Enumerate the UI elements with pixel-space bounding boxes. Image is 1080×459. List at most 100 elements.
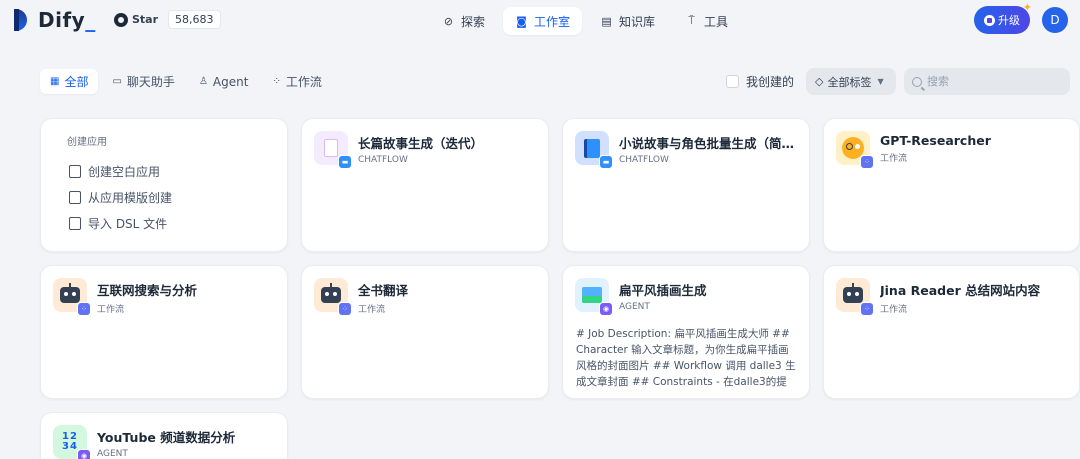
app-card[interactable]: ▬ 长篇故事生成（迭代） CHATFLOW: [301, 118, 549, 252]
github-star-label: Star: [132, 13, 159, 26]
search-icon: [912, 76, 922, 87]
app-type: 工作流: [358, 305, 386, 315]
import-dsl-label: 导入 DSL 文件: [88, 216, 168, 231]
create-blank-app-button[interactable]: 创建空白应用: [69, 158, 287, 184]
tab-all[interactable]: ▦ 全部: [40, 69, 99, 94]
create-from-template-label: 从应用模版创建: [88, 190, 173, 205]
chevron-down-icon: ▼: [877, 77, 884, 86]
chatflow-badge-icon: ▬: [338, 155, 352, 169]
app-icon: ⁘: [314, 278, 352, 316]
agent-badge-icon: ◉: [599, 302, 613, 316]
grid-icon: ▦: [50, 76, 60, 87]
app-card[interactable]: ◉ 扁平风插画生成 AGENT # Job Description: 扁平风插画…: [562, 265, 810, 399]
app-card[interactable]: ▬ 小说故事与角色批量生成（简单... CHATFLOW: [562, 118, 810, 252]
app-icon: ▬: [314, 131, 352, 169]
app-description: # Job Description: 扁平风插画生成大师 ## Characte…: [576, 328, 796, 388]
app-name: 小说故事与角色批量生成（简单...: [619, 136, 797, 151]
book-icon: ▤: [601, 14, 612, 28]
user-avatar[interactable]: D: [1042, 7, 1068, 33]
picture-icon: [582, 287, 602, 303]
app-name: 互联网搜索与分析: [97, 283, 198, 298]
agent-icon: ♙: [198, 76, 208, 87]
search-input[interactable]: [927, 75, 1067, 88]
upgrade-button[interactable]: 升级 ✦: [974, 1, 1032, 34]
nav-knowledge[interactable]: ▤ 知识库: [588, 7, 667, 35]
chat-icon: ▭: [112, 76, 122, 87]
workflow-badge-icon: ⁘: [860, 302, 874, 316]
app-name: 全书翻译: [358, 283, 409, 298]
dify-logo[interactable]: Dify_: [14, 8, 96, 32]
upgrade-label: 升级: [998, 14, 1020, 27]
upgrade-icon: [984, 14, 995, 26]
nav-tools-label: 工具: [704, 14, 729, 29]
workflow-badge-icon: ⁘: [338, 302, 352, 316]
app-type: 工作流: [880, 154, 908, 164]
app-icon: ⁘: [836, 278, 874, 316]
compass-icon: ⊘: [443, 14, 454, 28]
hammer-icon: ⍑: [688, 14, 695, 27]
sparkle-icon: ✦: [1022, 1, 1032, 14]
create-app-card: 创建应用 创建空白应用 从应用模版创建 导入 DSL 文件: [40, 118, 288, 252]
tab-workflow[interactable]: ⁘ 工作流: [262, 69, 331, 94]
app-type: AGENT: [619, 302, 650, 312]
app-name: GPT-Researcher: [880, 133, 991, 148]
tab-chat-assistant-label: 聊天助手: [126, 75, 175, 89]
nav-tools[interactable]: ⍑ 工具: [673, 7, 740, 35]
tab-workflow-label: 工作流: [285, 75, 322, 89]
created-by-me-checkbox[interactable]: [726, 75, 739, 88]
nav-explore[interactable]: ⊘ 探索: [430, 7, 497, 35]
robot-icon: [843, 283, 863, 303]
app-icon: ⁘: [836, 131, 874, 169]
import-dsl-button[interactable]: 导入 DSL 文件: [69, 210, 287, 236]
template-icon: [69, 190, 81, 204]
app-type: 工作流: [880, 305, 908, 315]
github-star-count: 58,683: [168, 10, 221, 29]
created-by-me-filter[interactable]: 我创建的: [726, 73, 794, 90]
robot-icon: [321, 283, 341, 303]
app-card[interactable]: ⁘ 全书翻译 工作流: [301, 265, 549, 399]
created-by-me-label: 我创建的: [746, 75, 795, 89]
tag-filter-dropdown[interactable]: ◇ 全部标签 ▼: [806, 68, 896, 95]
app-card[interactable]: 12 34 ◉ YouTube 频道数据分析 AGENT: [40, 412, 288, 459]
app-type: CHATFLOW: [358, 155, 408, 165]
workflow-icon: ⁘: [272, 76, 281, 87]
app-card[interactable]: ⁘ GPT-Researcher 工作流: [823, 118, 1080, 252]
nav-studio[interactable]: ◙ 工作室: [503, 7, 583, 35]
nav-knowledge-label: 知识库: [619, 14, 656, 29]
file-plus-icon: [69, 164, 81, 178]
robot-icon: ◙: [516, 14, 527, 28]
nav-explore-label: 探索: [461, 14, 486, 29]
workflow-badge-icon: ⁘: [77, 302, 91, 316]
tab-agent[interactable]: ♙ Agent: [189, 69, 259, 94]
workflow-badge-icon: ⁘: [860, 155, 874, 169]
tag-filter-label: 全部标签: [827, 75, 872, 89]
tab-chat-assistant[interactable]: ▭ 聊天助手: [102, 69, 184, 94]
app-icon: ◉: [575, 278, 613, 316]
github-star-button[interactable]: Star 58,683: [114, 10, 221, 29]
tab-agent-label: Agent: [212, 74, 249, 89]
app-name: 长篇故事生成（迭代）: [358, 136, 484, 151]
tab-all-label: 全部: [64, 75, 89, 89]
top-header: Dify_ Star 58,683 ⊘ 探索 ◙ 工作室 ▤ 知识库 ⍑ 工具 …: [0, 0, 1080, 44]
chatflow-badge-icon: ▬: [599, 155, 613, 169]
app-icon: ⁘: [53, 278, 91, 316]
nav-studio-label: 工作室: [534, 14, 571, 29]
import-icon: [69, 216, 81, 230]
app-type: 工作流: [97, 305, 125, 315]
app-name: YouTube 频道数据分析: [97, 430, 236, 445]
github-icon: [114, 12, 128, 27]
search-box[interactable]: [904, 68, 1070, 95]
robot-icon: [60, 283, 80, 303]
app-name: 扁平风插画生成: [619, 283, 707, 298]
agent-badge-icon: ◉: [77, 449, 91, 459]
app-card[interactable]: ⁘ 互联网搜索与分析 工作流: [40, 265, 288, 399]
main-nav: ⊘ 探索 ◙ 工作室 ▤ 知识库 ⍑ 工具: [430, 7, 746, 35]
create-from-template-button[interactable]: 从应用模版创建: [69, 184, 287, 210]
app-icon: ▬: [575, 131, 613, 169]
app-card[interactable]: ⁘ Jina Reader 总结网站内容 工作流: [823, 265, 1080, 399]
brand-name: Dify_: [38, 8, 96, 32]
app-icon: 12 34 ◉: [53, 425, 91, 459]
create-app-title: 创建应用: [67, 137, 107, 148]
dify-logo-mark-icon: [14, 9, 34, 31]
numbers-icon: 12 34: [62, 431, 78, 452]
